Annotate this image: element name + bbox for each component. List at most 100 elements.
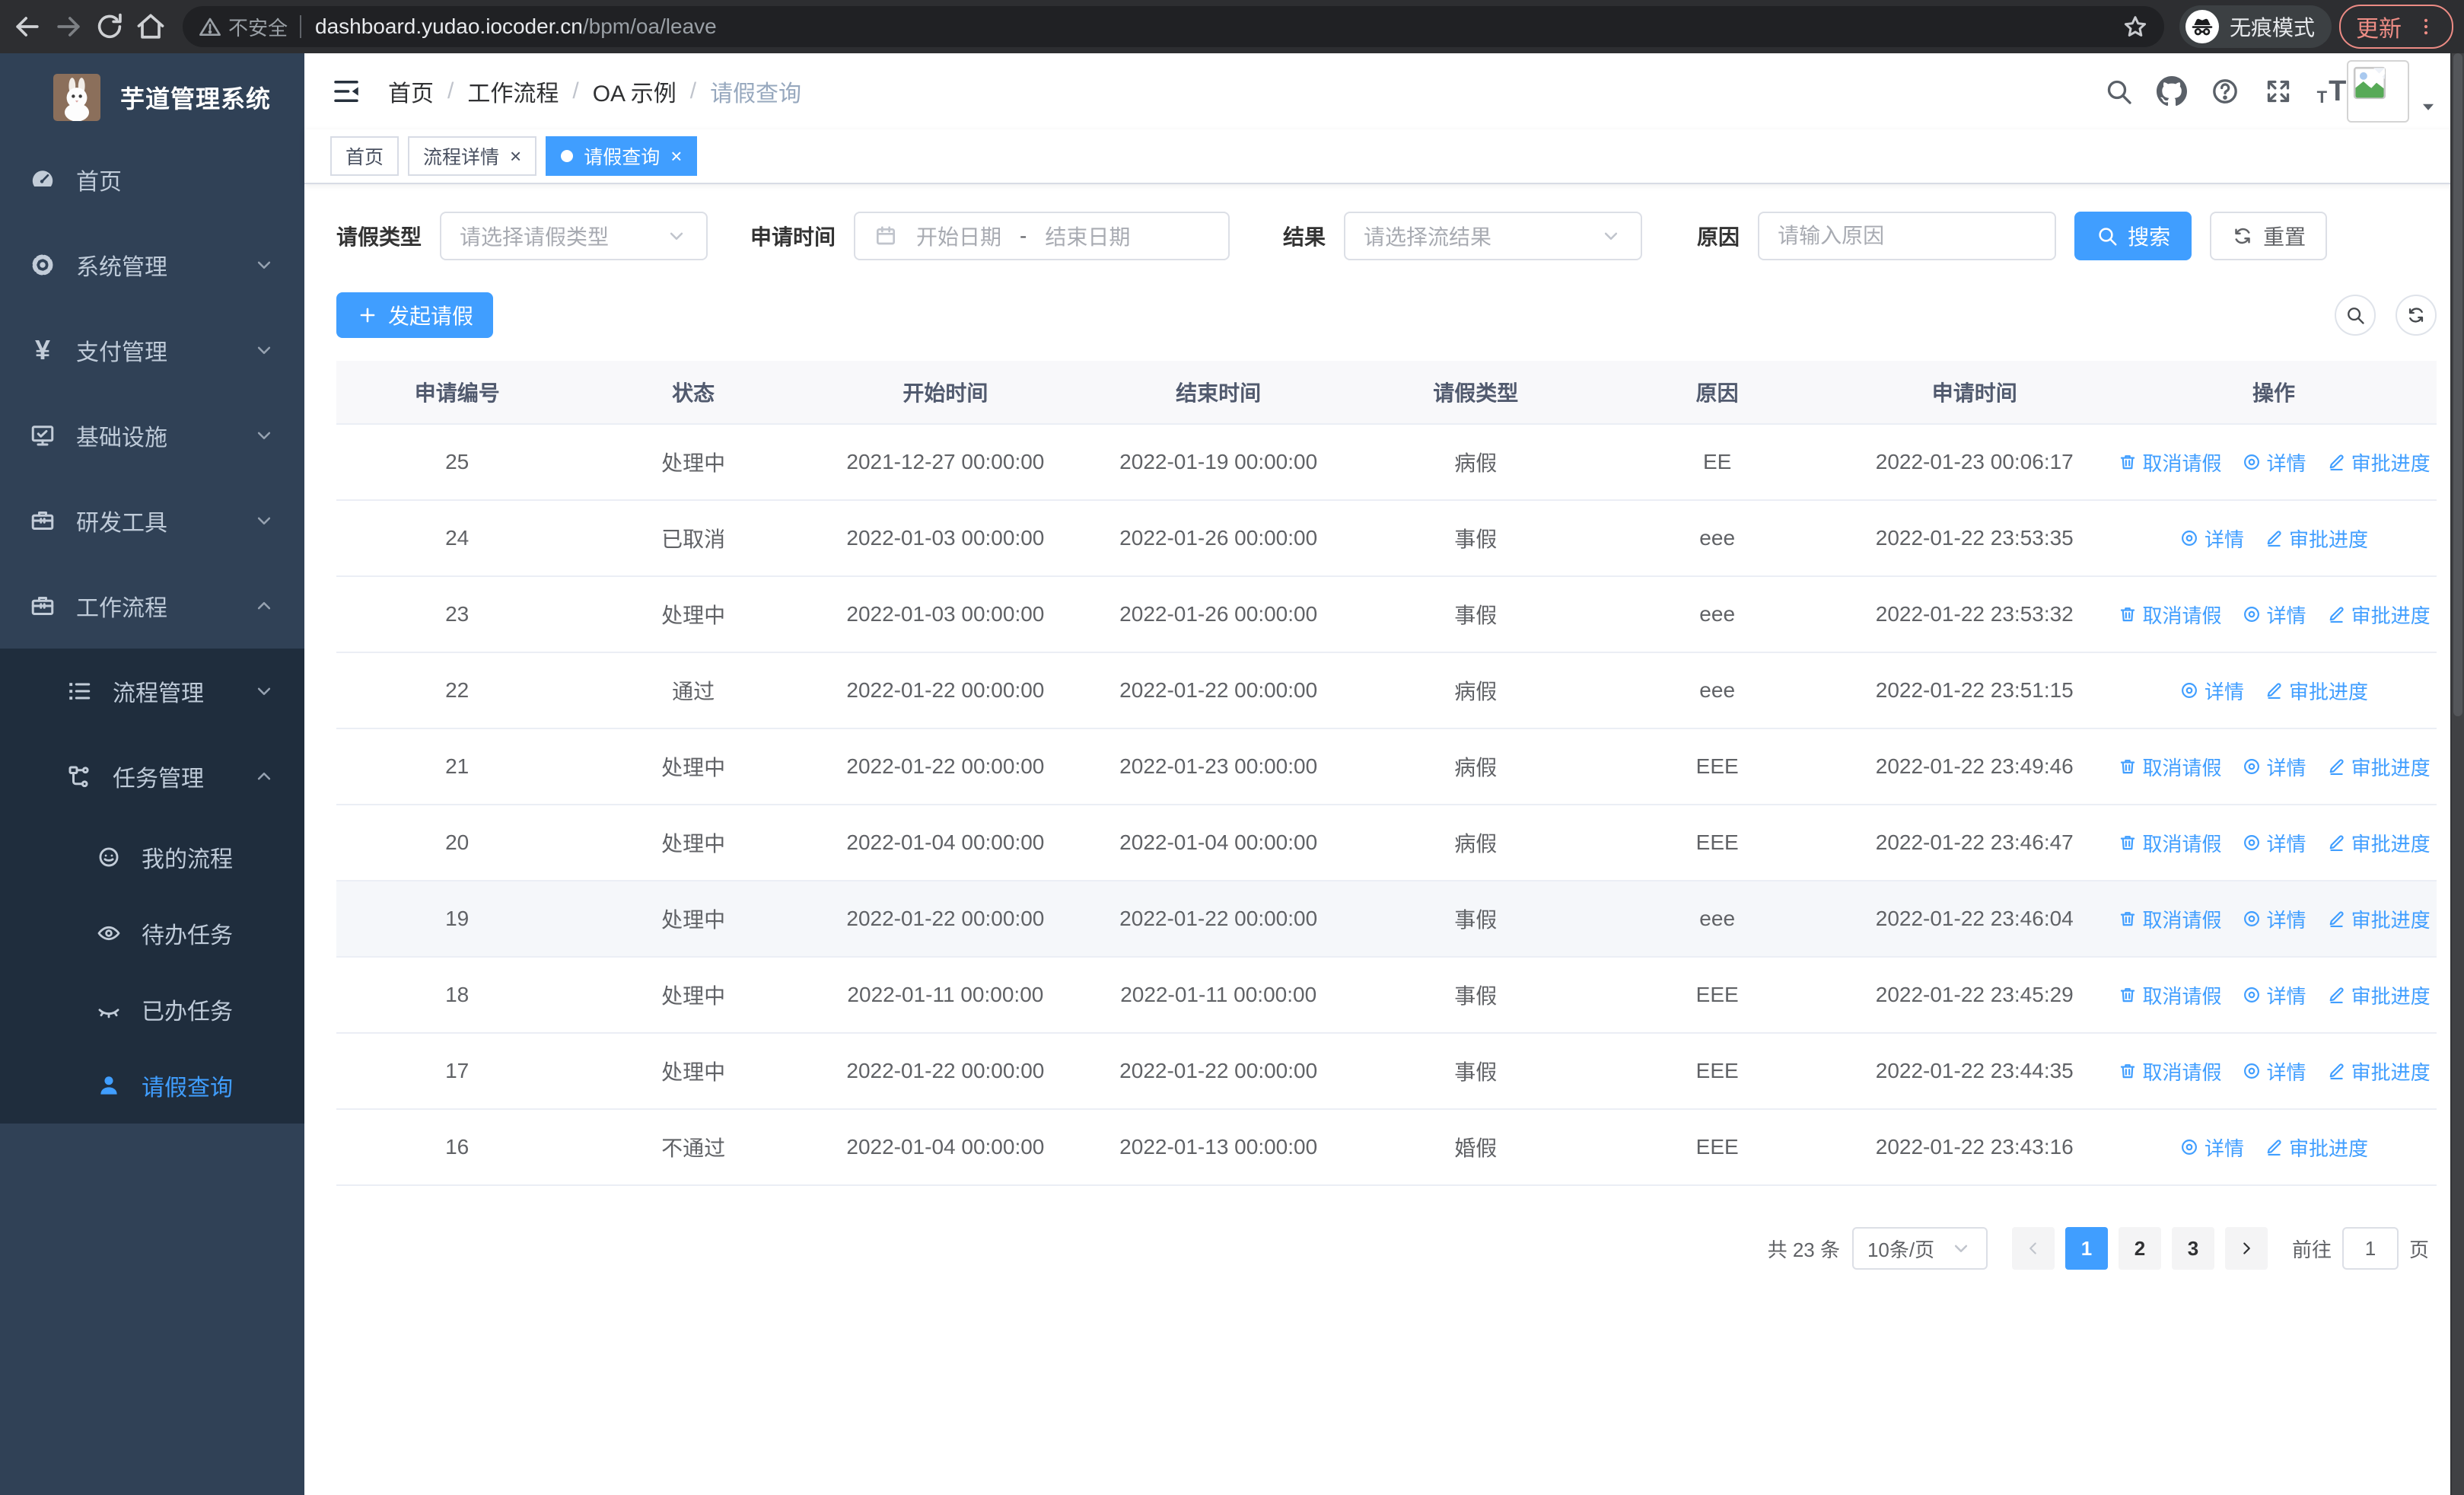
action-cancel-link[interactable]: 取消请假: [2118, 601, 2222, 629]
breadcrumb-item[interactable]: 工作流程: [467, 75, 559, 108]
action-detail-link[interactable]: 详情: [2242, 905, 2306, 933]
result-select[interactable]: 请选择流结果: [1344, 212, 1643, 260]
action-progress-link[interactable]: 审批进度: [2264, 524, 2368, 553]
home-icon[interactable]: [134, 10, 167, 43]
action-detail-link[interactable]: 详情: [2242, 829, 2306, 857]
search-icon[interactable]: [2103, 76, 2134, 107]
cell-leave_type: 病假: [1454, 680, 1498, 703]
sidebar-item-my-process[interactable]: 我的流程: [0, 819, 304, 895]
leave-type-select[interactable]: 请选择请假类型: [440, 212, 708, 260]
action-cancel-link[interactable]: 取消请假: [2118, 753, 2222, 781]
create-leave-button[interactable]: 发起请假: [336, 292, 494, 338]
sidebar-item-done-tasks[interactable]: 已办任务: [0, 971, 304, 1047]
action-detail-link[interactable]: 详情: [2242, 601, 2306, 629]
action-cancel-link[interactable]: 取消请假: [2118, 829, 2222, 857]
breadcrumb-item[interactable]: OA 示例: [593, 75, 676, 108]
reset-button[interactable]: 重置: [2210, 212, 2328, 260]
page-button-3[interactable]: 3: [2171, 1227, 2214, 1270]
browser-scrollbar[interactable]: [2450, 53, 2464, 1495]
action-progress-link[interactable]: 审批进度: [2326, 448, 2431, 477]
sidebar-item-infrastructure[interactable]: 基础设施: [0, 393, 304, 478]
table-search-toggle-button[interactable]: [2335, 295, 2376, 336]
action-cancel-link[interactable]: 取消请假: [2118, 448, 2222, 477]
scrollbar-thumb[interactable]: [2453, 53, 2462, 717]
sidebar-item-dev-tools[interactable]: 研发工具: [0, 478, 304, 563]
cell-start_time: 2022-01-04 00:00:00: [846, 830, 1045, 854]
reason-input[interactable]: [1758, 212, 2057, 260]
sidebar-collapse-icon[interactable]: [330, 75, 362, 107]
sidebar-item-label: 请假查询: [142, 1076, 233, 1101]
action-progress-link[interactable]: 审批进度: [2326, 829, 2431, 857]
next-page-button[interactable]: [2224, 1227, 2268, 1270]
action-progress-link[interactable]: 审批进度: [2326, 905, 2431, 933]
action-progress-link[interactable]: 审批进度: [2264, 677, 2368, 705]
goto-page-input[interactable]: [2341, 1227, 2399, 1270]
breadcrumb-item[interactable]: 首页: [388, 75, 434, 108]
action-progress-link[interactable]: 审批进度: [2264, 1133, 2368, 1162]
prev-page-button[interactable]: [2011, 1227, 2055, 1270]
action-label: 审批进度: [2289, 528, 2369, 551]
pagination-pages: 123: [2011, 1227, 2268, 1270]
tab-close-icon[interactable]: ×: [670, 146, 682, 166]
action-detail-link[interactable]: 详情: [2179, 524, 2244, 553]
page-button-1[interactable]: 1: [2064, 1227, 2108, 1270]
sidebar-item-home[interactable]: 首页: [0, 137, 304, 222]
forward-icon[interactable]: [52, 10, 85, 43]
reload-icon[interactable]: [93, 10, 126, 43]
back-icon[interactable]: [11, 10, 44, 43]
sidebar-item-process-mgmt[interactable]: 流程管理: [0, 649, 304, 734]
column-header: 申请时间: [1931, 381, 2017, 405]
fullscreen-icon[interactable]: [2263, 76, 2294, 107]
action-detail-link[interactable]: 详情: [2242, 448, 2306, 477]
cell-reason: EE: [1702, 450, 1732, 473]
page-button-2[interactable]: 2: [2118, 1227, 2161, 1270]
cell-status: 处理中: [661, 756, 726, 779]
sidebar-item-payment[interactable]: ¥ 支付管理: [0, 308, 304, 393]
tab-home[interactable]: 首页: [330, 136, 400, 176]
trash-icon: [2118, 909, 2138, 929]
incognito-icon: [2185, 10, 2219, 43]
action-cancel-link[interactable]: 取消请假: [2118, 981, 2222, 1009]
sidebar-item-workflow[interactable]: 工作流程: [0, 563, 304, 649]
action-detail-link[interactable]: 详情: [2179, 1133, 2244, 1162]
leave-table: 申请编号 状态 开始时间 结束时间 请假类型 原因 申请时间 操作 25 处理中 2021-12-…: [336, 361, 2437, 1186]
tab-leave-query[interactable]: 请假查询 ×: [546, 136, 698, 176]
address-bar[interactable]: 不安全 dashboard.yudao.iocoder.cn/bpm/oa/le…: [183, 6, 2164, 47]
action-detail-link[interactable]: 详情: [2242, 981, 2306, 1009]
sidebar-item-task-mgmt[interactable]: 任务管理: [0, 734, 304, 819]
tab-close-icon[interactable]: ×: [510, 146, 521, 166]
search-button[interactable]: 搜索: [2074, 212, 2192, 260]
cell-apply_time: 2022-01-22 23:53:32: [1875, 602, 2074, 626]
sidebar-item-todo-tasks[interactable]: 待办任务: [0, 895, 304, 971]
bookmark-star-icon[interactable]: [2122, 13, 2149, 40]
tabs-bar: 首页 流程详情 × 请假查询 ×: [304, 129, 2464, 184]
font-size-icon[interactable]: TT: [2316, 76, 2347, 107]
cell-status: 通过: [672, 680, 715, 703]
action-progress-link[interactable]: 审批进度: [2326, 601, 2431, 629]
question-icon[interactable]: [2210, 76, 2240, 107]
chevron-down-icon: [253, 424, 275, 447]
cell-reason: EEE: [1695, 1059, 1739, 1082]
sidebar-item-system[interactable]: 系统管理: [0, 222, 304, 308]
action-progress-link[interactable]: 审批进度: [2326, 753, 2431, 781]
sidebar-item-leave-query[interactable]: 请假查询: [0, 1047, 304, 1124]
column-header: 状态: [672, 381, 715, 405]
action-cancel-link[interactable]: 取消请假: [2118, 905, 2222, 933]
action-detail-link[interactable]: 详情: [2242, 753, 2306, 781]
action-detail-link[interactable]: 详情: [2242, 1057, 2306, 1085]
action-label: 审批进度: [2351, 451, 2431, 475]
tab-process-detail[interactable]: 流程详情 ×: [408, 136, 537, 176]
cell-id: 19: [445, 907, 470, 930]
action-detail-link[interactable]: 详情: [2179, 677, 2244, 705]
action-progress-link[interactable]: 审批进度: [2326, 981, 2431, 1009]
action-progress-link[interactable]: 审批进度: [2326, 1057, 2431, 1085]
table-refresh-button[interactable]: [2396, 295, 2437, 336]
user-menu[interactable]: [2347, 60, 2438, 123]
table-row: 18 处理中 2022-01-11 00:00:00 2022-01-11 00:00…: [336, 958, 2437, 1034]
action-cancel-link[interactable]: 取消请假: [2118, 1057, 2222, 1085]
apply-time-range-picker[interactable]: 开始日期 - 结束日期: [854, 212, 1230, 260]
github-icon[interactable]: [2157, 76, 2187, 107]
page-size-select[interactable]: 10条/页: [1851, 1227, 1988, 1270]
browser-update-button[interactable]: 更新: [2339, 5, 2453, 49]
app-logo: 芋道管理系统: [0, 58, 304, 137]
